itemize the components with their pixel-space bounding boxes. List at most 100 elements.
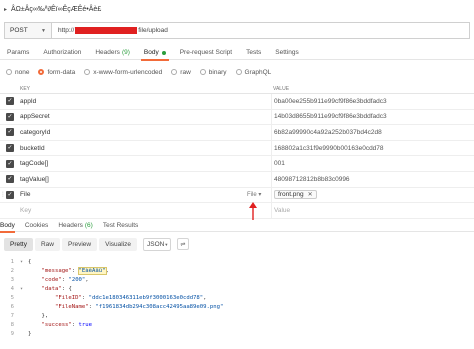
language-select[interactable]: JSON ▼	[143, 237, 172, 251]
tab-tests[interactable]: Tests	[239, 46, 268, 60]
json-key: "data"	[41, 285, 62, 292]
method-select[interactable]: POST ▼	[4, 22, 52, 39]
table-row: ✓ bucketId 168802a1c31f9e9990b00163e0cdd…	[0, 140, 474, 157]
json-string-value: "ÊàêÂäü"	[77, 266, 107, 275]
tab-response-body[interactable]: Body	[0, 220, 20, 233]
collapse-caret-icon[interactable]: ▸	[4, 6, 7, 13]
code-text: },	[28, 312, 49, 319]
tab-cookies[interactable]: Cookies	[20, 220, 53, 232]
radio-none[interactable]: none	[6, 69, 29, 76]
code-text: "FileID": "ddc1e180346311eb9f3000163e0cd…	[54, 294, 207, 301]
row-checkbox[interactable]: ✓	[6, 175, 14, 184]
column-divider	[271, 156, 272, 171]
row-checkbox[interactable]: ✓	[6, 144, 14, 153]
table-row: ✓ appSecret 14b03d8655b911e99cf9f86e3bdd…	[0, 109, 474, 126]
line-number: 4	[10, 285, 14, 292]
row-value[interactable]: 6b82a99990c4a92a252b037bd4c2d8	[274, 129, 382, 136]
row-key[interactable]: tagValue[]	[20, 176, 49, 183]
row-key[interactable]: tagCode[]	[20, 160, 48, 167]
column-divider	[271, 109, 272, 125]
row-key[interactable]: appId	[20, 98, 36, 105]
file-name: front.png	[278, 191, 304, 199]
url-input[interactable]: http:// file/upload	[52, 22, 470, 39]
json-key: "code"	[41, 276, 62, 283]
column-divider	[271, 171, 272, 187]
json-string-value: "f1961834db294c308acc42495aa89e09.png"	[95, 303, 224, 310]
code-line: 3 "code": "200",	[0, 275, 474, 284]
tab-settings[interactable]: Settings	[268, 46, 306, 60]
preview-button[interactable]: Preview	[62, 237, 98, 251]
code-text: }	[28, 330, 32, 337]
remove-file-icon[interactable]: ✕	[308, 191, 313, 198]
radio-graphql[interactable]: GraphQL	[235, 69, 271, 76]
radio-label: binary	[208, 68, 227, 76]
row-key[interactable]: appSecret	[20, 113, 50, 120]
fold-icon[interactable]: ▾	[20, 259, 28, 265]
row-value[interactable]: 48098712812b8b83c0996	[274, 176, 350, 183]
code-line: 8 "success": true	[0, 320, 474, 329]
line-number: 9	[10, 330, 14, 337]
key-type-select[interactable]: File ▾	[247, 191, 261, 198]
code-line: 9}	[0, 329, 474, 338]
row-key[interactable]: bucketId	[20, 145, 45, 152]
headers-count: (6)	[84, 222, 93, 229]
chevron-down-icon: ▼	[41, 27, 46, 34]
radio-binary[interactable]: binary	[199, 68, 227, 76]
request-title[interactable]: ÂΩ±Âç∞‰ª∂Êï∞ÊçÆÊé•Âè£	[11, 6, 101, 13]
file-chip[interactable]: front.png ✕	[274, 190, 317, 200]
url-redaction	[75, 27, 138, 34]
code-text: "FileName": "f1961834db294c308acc42495aa…	[54, 303, 224, 310]
row-value[interactable]: 14b03d8655b911e99cf9f86e3bddfadc3	[274, 113, 387, 120]
tab-label: Headers	[58, 222, 83, 229]
line-number: 6	[10, 303, 14, 310]
wrap-lines-icon[interactable]: ⇌	[177, 238, 190, 250]
response-body-code: 1 ▾{ 2 "message": "ÊàêÂäü", 3 "code": "20…	[0, 257, 474, 338]
tab-body[interactable]: Body	[137, 46, 173, 61]
tab-pre-request-script[interactable]: Pre-request Script	[173, 46, 239, 60]
tab-headers[interactable]: Headers (9)	[88, 46, 137, 60]
response-tabs: Body Cookies Headers (6) Test Results	[0, 220, 474, 233]
radio-raw[interactable]: raw	[171, 68, 191, 76]
code-line: 6 "FileName": "f1961834db294c308acc42495…	[0, 302, 474, 311]
tab-label: Params	[7, 49, 30, 56]
row-value[interactable]: 001	[274, 160, 285, 167]
row-value[interactable]: 0ba00ee255b911e99cf9f86e3bddfadc3	[274, 98, 387, 105]
visualize-button[interactable]: Visualize	[99, 237, 138, 251]
tab-label: Cookies	[24, 222, 49, 229]
row-checkbox[interactable]: ✓	[6, 97, 14, 106]
tab-authorization[interactable]: Authorization	[36, 46, 88, 60]
new-key-input[interactable]: Key	[20, 207, 31, 214]
line-number: 2	[10, 267, 14, 274]
radio-label: raw	[180, 68, 191, 76]
table-row: ✓ tagValue[] 48098712812b8b83c0996	[0, 171, 474, 188]
radio-form-data[interactable]: form-data	[38, 69, 75, 76]
language-label: JSON	[147, 240, 165, 248]
tab-label: Body	[0, 222, 15, 229]
tab-params[interactable]: Params	[0, 46, 36, 60]
tab-label: Body	[143, 49, 159, 56]
pretty-button[interactable]: Pretty	[4, 237, 33, 251]
tab-label: Headers	[95, 49, 120, 56]
raw-button[interactable]: Raw	[34, 237, 60, 251]
table-row: ✓ categoryId 6b82a99990c4a92a252b037bd4c…	[0, 125, 474, 141]
row-value[interactable]: 168802a1c31f9e9990b00163e0cdd78	[274, 145, 384, 152]
tab-response-headers[interactable]: Headers (6)	[53, 220, 98, 232]
tab-test-results[interactable]: Test Results	[98, 220, 143, 232]
row-checkbox[interactable]: ✓	[6, 112, 14, 121]
tab-label: Tests	[246, 49, 262, 56]
row-key[interactable]: File	[20, 191, 30, 198]
code-text: {	[28, 258, 32, 265]
row-checkbox[interactable]: ✓	[6, 128, 14, 137]
radio-label: form-data	[47, 68, 76, 76]
body-type-radios: none form-data x-www-form-urlencoded raw…	[6, 67, 271, 77]
new-value-input[interactable]: Value	[274, 207, 290, 214]
row-checkbox[interactable]: ✓	[6, 190, 14, 199]
annotation-arrow-icon	[249, 202, 257, 220]
row-key[interactable]: categoryId	[20, 129, 50, 136]
code-text: "success": true	[41, 321, 93, 328]
headers-count: (9)	[121, 49, 130, 56]
code-text: "code": "200",	[41, 276, 89, 283]
fold-icon[interactable]: ▾	[20, 286, 28, 292]
radio-x-www-form-urlencoded[interactable]: x-www-form-urlencoded	[84, 69, 162, 76]
row-checkbox[interactable]: ✓	[6, 159, 14, 168]
